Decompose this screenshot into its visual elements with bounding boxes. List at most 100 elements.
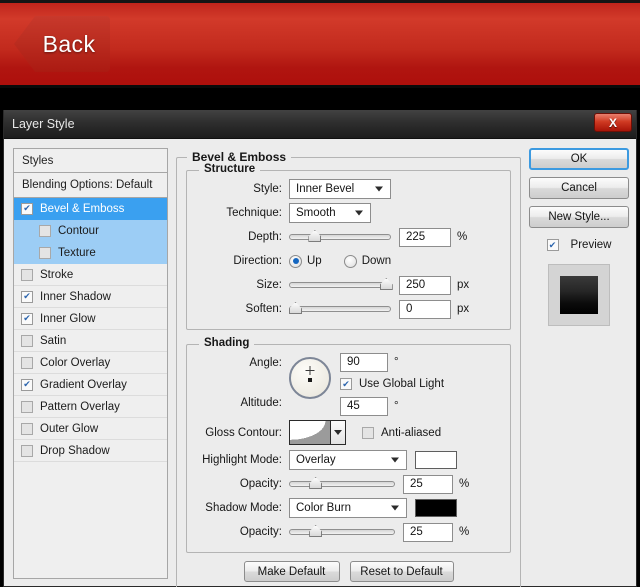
shadow-opacity-row: Opacity: 25 % — [197, 520, 500, 544]
highlight-mode-select[interactable]: Overlay — [289, 450, 407, 470]
gloss-contour-picker[interactable] — [289, 420, 346, 445]
dialog-titlebar[interactable]: Layer Style X — [4, 110, 636, 139]
sidebar-item-checkbox[interactable] — [39, 246, 51, 259]
highlight-opacity-thumb[interactable] — [309, 477, 323, 489]
angle-input[interactable]: 90 — [340, 352, 388, 372]
sidebar-item-checkbox[interactable] — [21, 334, 33, 347]
shadow-opacity-input[interactable]: 25 — [403, 522, 453, 542]
technique-row: Technique: Smooth — [197, 201, 500, 225]
highlight-opacity-slider[interactable] — [289, 474, 395, 494]
highlight-opacity-unit: % — [459, 478, 470, 490]
soften-label: Soften: — [245, 303, 282, 315]
back-button[interactable]: Back — [14, 16, 110, 72]
sidebar-item-checkbox[interactable] — [21, 312, 33, 325]
depth-row: Depth: 225 % — [197, 225, 500, 249]
sidebar-item-stroke[interactable]: Stroke — [14, 264, 167, 286]
styles-list-filler — [14, 462, 167, 484]
preview-thumbnail — [548, 264, 610, 326]
sidebar-item-inner-glow[interactable]: Inner Glow — [14, 308, 167, 330]
soften-input[interactable]: 0 — [399, 299, 451, 319]
reset-to-default-button[interactable]: Reset to Default — [349, 561, 454, 582]
sidebar-item-label: Inner Shadow — [40, 290, 111, 303]
structure-legend: Structure — [199, 163, 261, 175]
gloss-contour-thumbnail[interactable] — [289, 420, 331, 445]
technique-select[interactable]: Smooth — [289, 203, 371, 223]
anti-aliased-checkbox[interactable] — [362, 426, 374, 439]
sidebar-item-checkbox[interactable] — [21, 378, 33, 391]
styles-list[interactable]: Bevel & Emboss Contour Texture Stroke Inner … — [13, 198, 168, 579]
shadow-opacity-thumb[interactable] — [309, 525, 323, 537]
sidebar-item-checkbox[interactable] — [21, 356, 33, 369]
highlight-opacity-track — [289, 481, 395, 487]
sidebar-item-inner-shadow[interactable]: Inner Shadow — [14, 286, 167, 308]
sidebar-item-checkbox[interactable] — [21, 444, 33, 457]
gloss-contour-dropdown[interactable] — [331, 420, 346, 445]
shadow-mode-value: Color Burn — [296, 502, 351, 514]
sidebar-item-satin[interactable]: Satin — [14, 330, 167, 352]
size-input[interactable]: 250 — [399, 275, 451, 295]
sidebar-item-checkbox[interactable] — [21, 202, 33, 215]
new-style-button[interactable]: New Style... — [529, 206, 629, 228]
direction-up-radio[interactable] — [289, 254, 302, 268]
altitude-unit: ° — [394, 400, 399, 412]
sidebar-item-label: Contour — [58, 224, 99, 237]
sidebar-item-gradient-overlay[interactable]: Gradient Overlay — [14, 374, 167, 396]
close-icon[interactable]: X — [594, 113, 632, 132]
shadow-mode-select[interactable]: Color Burn — [289, 498, 407, 518]
sidebar-item-color-overlay[interactable]: Color Overlay — [14, 352, 167, 374]
depth-input[interactable]: 225 — [399, 227, 451, 247]
ok-button[interactable]: OK — [529, 148, 629, 170]
shadow-opacity-unit: % — [459, 526, 470, 538]
style-select[interactable]: Inner Bevel — [289, 179, 391, 199]
sidebar-item-pattern-overlay[interactable]: Pattern Overlay — [14, 396, 167, 418]
soften-slider-thumb[interactable] — [289, 302, 302, 314]
sidebar-item-checkbox[interactable] — [21, 290, 33, 303]
shadow-mode-row: Shadow Mode: Color Burn — [197, 496, 500, 520]
soften-unit: px — [457, 303, 470, 315]
default-buttons: Make Default Reset to Default — [186, 561, 511, 582]
sidebar-item-texture[interactable]: Texture — [14, 242, 167, 264]
sidebar-item-label: Gradient Overlay — [40, 378, 127, 391]
make-default-button[interactable]: Make Default — [243, 561, 340, 582]
sidebar-item-bevel-emboss[interactable]: Bevel & Emboss — [14, 198, 167, 220]
direction-down-radio[interactable] — [343, 254, 357, 268]
angle-dial[interactable] — [289, 357, 331, 399]
size-unit: px — [457, 279, 470, 291]
size-label: Size: — [256, 279, 282, 291]
sidebar-item-checkbox[interactable] — [21, 422, 33, 435]
sidebar-item-outer-glow[interactable]: Outer Glow — [14, 418, 167, 440]
sidebar-item-checkbox[interactable] — [21, 268, 33, 281]
depth-slider[interactable] — [289, 227, 391, 247]
preview-checkbox[interactable] — [546, 239, 559, 251]
sidebar-item-label: Stroke — [40, 268, 74, 281]
highlight-opacity-input[interactable]: 25 — [403, 474, 453, 494]
soften-slider[interactable] — [289, 299, 391, 319]
shadow-opacity-label: Opacity: — [239, 526, 282, 538]
sidebar-item-checkbox[interactable] — [39, 224, 51, 237]
highlight-color-swatch[interactable] — [415, 451, 457, 469]
technique-select-value: Smooth — [296, 207, 336, 219]
shadow-opacity-track — [289, 529, 395, 535]
preview-label: Preview — [570, 239, 612, 251]
highlight-mode-value: Overlay — [296, 454, 336, 466]
cancel-button[interactable]: Cancel — [529, 177, 629, 199]
back-button-label: Back — [42, 30, 96, 57]
depth-slider-thumb[interactable] — [308, 230, 322, 242]
blending-options-row[interactable]: Blending Options: Default — [13, 173, 168, 198]
styles-header[interactable]: Styles — [13, 148, 168, 173]
style-label: Style: — [253, 183, 282, 195]
use-global-light-checkbox[interactable] — [340, 378, 352, 390]
angle-crosshair-icon — [305, 366, 315, 375]
preview-toggle[interactable]: Preview — [529, 239, 629, 251]
shadow-color-swatch[interactable] — [415, 499, 457, 517]
sidebar-item-drop-shadow[interactable]: Drop Shadow — [14, 440, 167, 462]
sidebar-item-checkbox[interactable] — [21, 400, 33, 413]
size-slider-thumb[interactable] — [379, 278, 393, 290]
gloss-contour-label: Gloss Contour: — [205, 426, 282, 439]
altitude-input[interactable]: 45 — [340, 396, 388, 416]
size-slider[interactable] — [289, 275, 393, 295]
sidebar-item-contour[interactable]: Contour — [14, 220, 167, 242]
screen: Back Layer Style X Styles Blending Optio… — [0, 0, 640, 587]
shadow-opacity-slider[interactable] — [289, 522, 395, 542]
chevron-down-icon — [391, 457, 399, 463]
